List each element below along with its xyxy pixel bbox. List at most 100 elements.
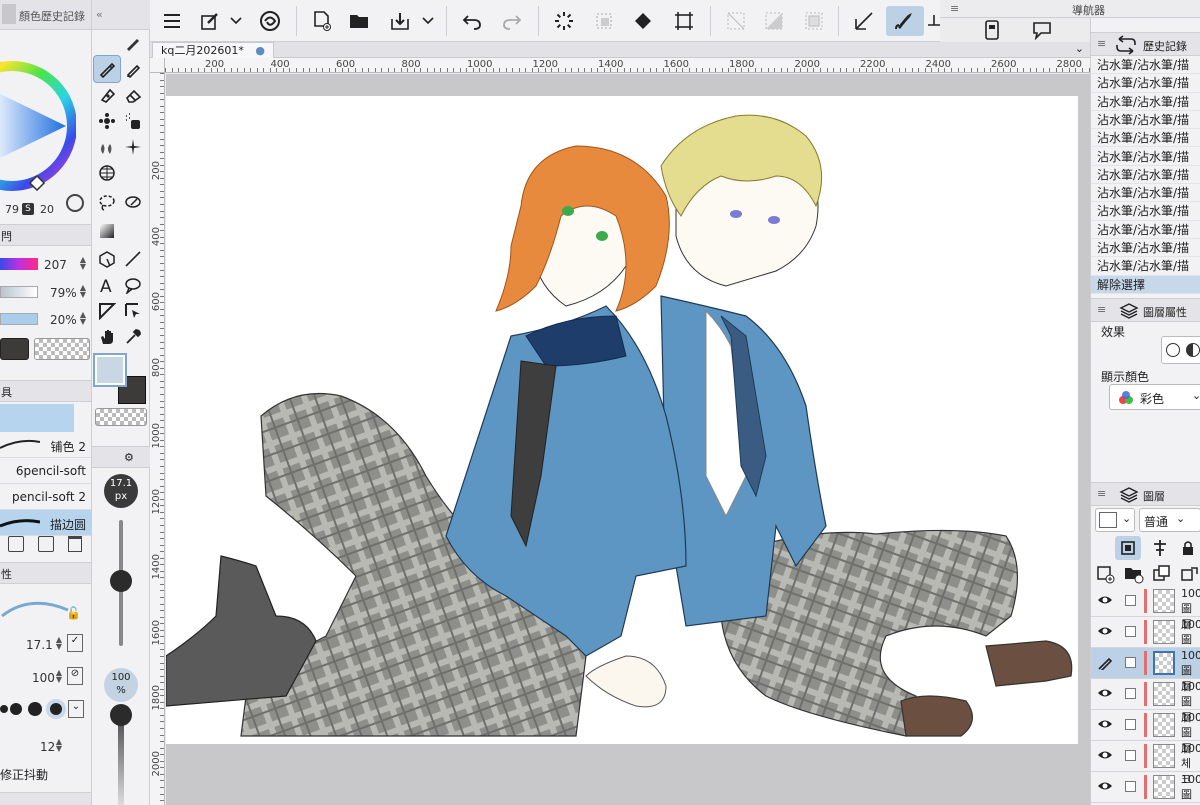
chevron-down-icon[interactable] — [418, 6, 438, 36]
brightness-spinner[interactable]: ▲ ▼ — [78, 311, 88, 326]
layer-row[interactable]: 100圖層 — [1091, 710, 1200, 755]
brush-item-selected-blank[interactable] — [0, 404, 74, 432]
layer-checkbox[interactable] — [1125, 750, 1136, 761]
ruler-grid-icon[interactable] — [926, 6, 940, 36]
marker-tool-icon[interactable] — [120, 56, 146, 82]
color-history-tab[interactable]: 顏色歷史記錄 — [19, 8, 85, 24]
lasso-tool-icon[interactable] — [94, 190, 120, 216]
decoration-tool-icon[interactable] — [94, 108, 120, 134]
eye-icon[interactable] — [1097, 687, 1113, 701]
layer-checkbox[interactable] — [1125, 781, 1136, 792]
eye-icon[interactable] — [1097, 594, 1113, 608]
history-item[interactable]: 沾水筆/沾水筆/描 — [1091, 184, 1200, 203]
transform-icon[interactable] — [668, 6, 700, 36]
layer-row[interactable]: 100 체크 — [1091, 741, 1200, 786]
panel-grip-icon[interactable]: ≡ — [1097, 37, 1106, 50]
menu-icon[interactable] — [156, 6, 188, 36]
history-item[interactable]: 沾水筆/沾水筆/描 — [1091, 166, 1200, 185]
layer-checkbox[interactable] — [1125, 719, 1136, 730]
ruler-snap-icon[interactable] — [848, 6, 880, 36]
brush-item-pencil-soft[interactable]: 6pencil-soft — [0, 458, 91, 484]
layer-row[interactable]: 100圖層 — [1091, 648, 1200, 693]
blend-mode-select[interactable]: 普通 ⌄ — [1139, 508, 1200, 532]
history-item[interactable]: 沾水筆/沾水筆/描 — [1091, 221, 1200, 239]
document-tab[interactable]: kq二月202601* ● — [152, 42, 274, 58]
select-pen-tool-icon[interactable] — [120, 190, 146, 216]
history-item[interactable]: 沾水筆/沾水筆/描 — [1091, 56, 1200, 75]
panel-grip-icon[interactable]: ≡ — [1097, 303, 1106, 316]
clip-lower-layer-icon[interactable] — [1115, 536, 1141, 560]
transparent-color-swatch[interactable] — [34, 338, 90, 360]
brush-size-value[interactable]: 17.1 — [26, 638, 53, 652]
new-folder-icon[interactable] — [1123, 564, 1147, 586]
save-file-icon[interactable] — [384, 6, 416, 36]
lock-icon[interactable]: 🔓 — [66, 606, 81, 620]
transfer-layer-icon[interactable] — [1179, 564, 1200, 586]
main-color-chip[interactable] — [93, 353, 127, 387]
pressure-toggle-icon[interactable]: ✓ — [67, 634, 83, 652]
layer-color-select[interactable]: ⌄ — [1095, 508, 1135, 532]
undo-icon[interactable] — [456, 6, 488, 36]
opacity-spinner[interactable]: ▲ ▼ — [54, 669, 64, 684]
panel-grip-icon[interactable]: ≡ — [1097, 487, 1106, 500]
history-item[interactable]: 沾水筆/沾水筆/描 — [1091, 257, 1200, 276]
hue-slider[interactable] — [0, 258, 38, 270]
layer-checkbox[interactable] — [1125, 688, 1136, 699]
clear-outside-icon[interactable] — [720, 6, 752, 36]
display-color-select[interactable]: 彩色 ⌄ — [1109, 384, 1200, 410]
clip-studio-logo-icon[interactable] — [254, 6, 286, 36]
history-item-selected[interactable]: 解除選擇 — [1091, 275, 1200, 294]
layer-row[interactable]: 100圖層 — [1091, 772, 1200, 805]
history-item[interactable]: 沾水筆/沾水筆/描 — [1091, 148, 1200, 166]
eyedropper-tool-icon[interactable] — [120, 324, 146, 350]
reference-layer-icon[interactable] — [1147, 536, 1173, 560]
brush-size-thumb[interactable] — [110, 570, 132, 592]
text-tool-icon[interactable]: A — [94, 272, 120, 298]
brush-tip-selector[interactable] — [0, 698, 70, 720]
smartphone-icon[interactable] — [984, 20, 1004, 40]
history-item[interactable]: 沾水筆/沾水筆/描 — [1091, 74, 1200, 93]
clear-selection-icon[interactable] — [588, 6, 620, 36]
loading-spinner-icon[interactable] — [548, 6, 580, 36]
brush-settings-icon[interactable] — [194, 6, 226, 36]
layer-row[interactable]: 100圖層 — [1091, 617, 1200, 662]
eye-icon[interactable] — [1097, 749, 1113, 763]
sparkle-tool-icon[interactable] — [120, 134, 146, 160]
balloon-tool-icon[interactable] — [120, 272, 146, 298]
gradient-tool-icon[interactable] — [94, 218, 120, 244]
fountain-pen-tool-icon[interactable] — [94, 82, 120, 108]
layer-checkbox[interactable] — [1125, 657, 1136, 668]
history-item[interactable]: 沾水筆/沾水筆/描 — [1091, 111, 1200, 130]
comment-icon[interactable] — [1032, 20, 1052, 40]
size-settings-icon[interactable]: ⚙ — [124, 451, 134, 464]
line-tool-icon[interactable] — [120, 246, 146, 272]
opacity-thumb[interactable] — [110, 704, 132, 726]
brush-item-fill-2[interactable]: 铺色 2 — [0, 432, 91, 458]
pencil-edit-icon[interactable] — [1097, 656, 1113, 670]
chevron-down-icon[interactable] — [226, 6, 246, 36]
layer-row[interactable]: 100圖層 — [1091, 679, 1200, 724]
frame-tool-icon[interactable] — [94, 298, 120, 324]
new-file-icon[interactable] — [306, 6, 338, 36]
open-file-icon[interactable] — [344, 6, 376, 36]
stabilization-spinner[interactable]: ▲ ▼ — [54, 738, 64, 753]
canvas-paper[interactable] — [166, 96, 1078, 744]
canvas-area[interactable] — [166, 74, 1090, 805]
layer-checkbox[interactable] — [1125, 626, 1136, 637]
eye-icon[interactable] — [1097, 718, 1113, 732]
operation-tool-icon[interactable] — [120, 298, 146, 324]
sub-color-swatch[interactable] — [0, 338, 29, 360]
layer-row[interactable]: 100圖層 — [1091, 586, 1200, 631]
history-item[interactable]: 沾水筆/沾水筆/描 — [1091, 129, 1200, 148]
airbrush-tool-icon[interactable] — [120, 108, 146, 134]
brush-item-pencil-soft-2[interactable]: pencil-soft 2 — [0, 484, 91, 510]
saturation-spinner[interactable]: ▲ ▼ — [78, 284, 88, 299]
new-raster-layer-icon[interactable] — [1095, 564, 1119, 586]
fill-selection-icon[interactable] — [758, 6, 790, 36]
color-swap-icon[interactable] — [66, 194, 84, 212]
pencil-tool-icon[interactable] — [93, 55, 121, 83]
effect-buttons[interactable] — [1161, 336, 1200, 364]
history-item[interactable]: 沾水筆/沾水筆/描 — [1091, 202, 1200, 221]
opacity-value[interactable]: 100 — [32, 671, 55, 685]
save-brush-icon[interactable] — [8, 536, 24, 552]
